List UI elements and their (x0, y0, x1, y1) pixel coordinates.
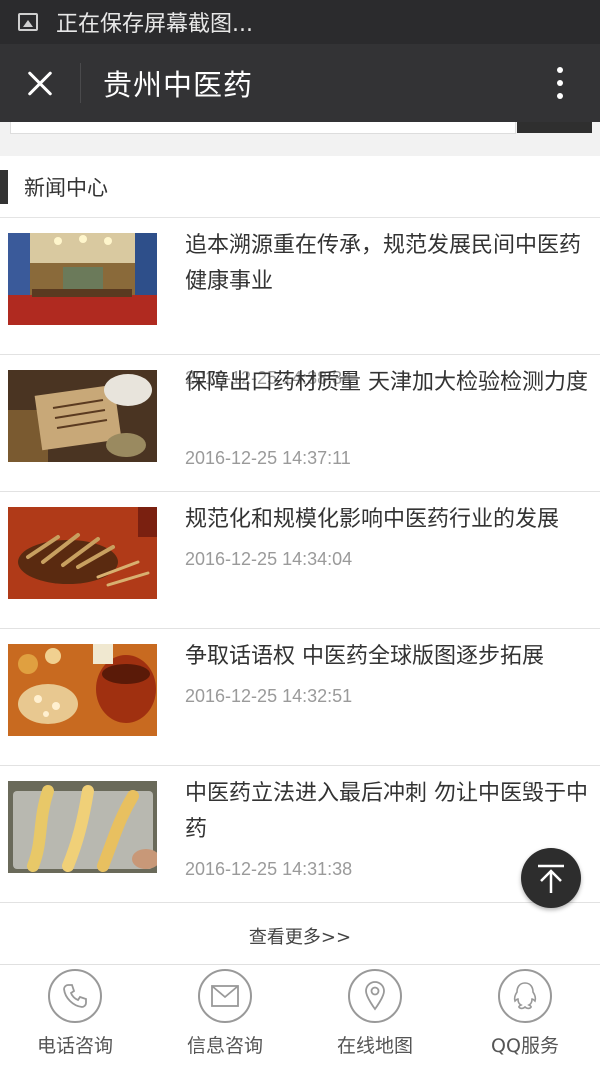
image-icon (18, 13, 38, 31)
news-date: 2016-12-25 14:34:04 (185, 549, 353, 569)
tab-qq[interactable]: QQ服务 (450, 965, 600, 1067)
more-menu-icon[interactable] (520, 44, 600, 122)
arrow-up-icon (538, 864, 564, 893)
section-title: 新闻中心 (24, 175, 108, 200)
status-text: 正在保存屏幕截图... (56, 12, 253, 37)
tab-map[interactable]: 在线地图 (300, 965, 450, 1067)
news-title[interactable]: 保障出口药材质量 天津加大检验检测力度 (185, 365, 597, 401)
page-title: 贵州中医药 (103, 68, 254, 102)
status-bar: 正在保存屏幕截图... (0, 0, 600, 44)
tab-label: QQ服务 (491, 1035, 559, 1057)
map-pin-icon (348, 969, 402, 1023)
news-item[interactable]: 争取话语权 中医药全球版图逐步拓展 2016-12-25 14:32:51 (0, 629, 600, 766)
bottom-tabbar: 电话咨询 信息咨询 在线地图 QQ服务 (0, 964, 600, 1067)
mail-icon (198, 969, 252, 1023)
qq-icon (498, 969, 552, 1023)
phone-icon (48, 969, 102, 1023)
news-thumbnail[interactable] (8, 233, 157, 325)
tab-phone[interactable]: 电话咨询 (0, 965, 150, 1067)
news-title[interactable]: 争取话语权 中医药全球版图逐步拓展 (185, 639, 597, 675)
news-thumbnail[interactable] (8, 781, 157, 873)
section-accent-bar (0, 169, 8, 204)
news-section: 新闻中心 追本溯源重在传承，规范发展民间中医药健康事业 2016-12-25 1… (0, 156, 600, 964)
tab-message[interactable]: 信息咨询 (150, 965, 300, 1067)
news-item[interactable]: 追本溯源重在传承，规范发展民间中医药健康事业 2016-12-25 14:38:… (0, 218, 600, 388)
load-more-link[interactable]: 查看更多>> (0, 903, 600, 968)
search-input[interactable] (10, 122, 516, 134)
close-icon[interactable] (0, 44, 80, 122)
news-thumbnail[interactable] (8, 370, 157, 462)
tab-label: 在线地图 (336, 1035, 413, 1057)
news-thumbnail[interactable] (8, 507, 157, 599)
news-item[interactable]: 保障出口药材质量 天津加大检验检测力度 2016-12-25 14:37:11 (0, 355, 600, 492)
news-item[interactable]: 规范化和规模化影响中医药行业的发展 2016-12-25 14:34:04 (0, 492, 600, 629)
news-title[interactable]: 规范化和规模化影响中医药行业的发展 (185, 502, 597, 538)
tab-label: 信息咨询 (186, 1035, 263, 1057)
search-bar (0, 122, 600, 154)
news-date: 2016-12-25 14:37:11 (185, 448, 351, 468)
news-title[interactable]: 中医药立法进入最后冲刺 勿让中医毁于中药 (185, 776, 597, 848)
news-thumbnail[interactable] (8, 644, 157, 736)
search-button[interactable] (517, 122, 592, 133)
news-title[interactable]: 追本溯源重在传承，规范发展民间中医药健康事业 (185, 228, 597, 300)
back-to-top-button[interactable] (521, 848, 581, 908)
news-item[interactable]: 中医药立法进入最后冲刺 勿让中医毁于中药 2016-12-25 14:31:38 (0, 766, 600, 903)
nav-bar: 贵州中医药 (0, 44, 600, 122)
section-header: 新闻中心 (0, 156, 600, 218)
tab-label: 电话咨询 (36, 1035, 113, 1057)
news-date: 2016-12-25 14:32:51 (185, 686, 353, 706)
news-date: 2016-12-25 14:31:38 (185, 859, 353, 879)
